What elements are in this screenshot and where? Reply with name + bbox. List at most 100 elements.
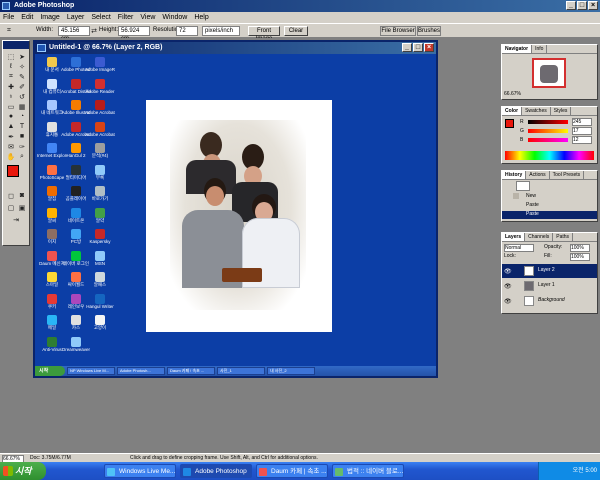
tab-actions[interactable]: Actions: [526, 171, 550, 179]
eyedropper-tool-icon[interactable]: ✑: [17, 142, 27, 151]
close-button[interactable]: ×: [588, 1, 598, 10]
clock[interactable]: 오전 5:00: [573, 468, 597, 474]
fill-field[interactable]: 100%: [570, 253, 590, 261]
g-slider[interactable]: [528, 129, 568, 133]
document-window[interactable]: Untitled-1 @ 66.7% (Layer 2, RGB) _ □ × …: [33, 40, 438, 378]
tab-info[interactable]: Info: [532, 45, 548, 53]
resolution-field[interactable]: 72: [176, 26, 198, 36]
brushes-tab[interactable]: Brushes: [417, 26, 441, 36]
slice-tool-icon[interactable]: ✎: [17, 72, 27, 81]
r-slider[interactable]: [528, 120, 568, 124]
tab-navigator[interactable]: Navigator: [502, 45, 533, 53]
units-select[interactable]: pixels/inch: [202, 26, 240, 36]
b-value[interactable]: 12: [572, 136, 592, 144]
g-value[interactable]: 17: [572, 127, 592, 135]
history-brush-icon[interactable]: ↺: [17, 92, 27, 101]
history-item-selected[interactable]: Paste: [502, 211, 597, 219]
crop-tool-icon[interactable]: ⌗: [4, 26, 14, 35]
maximize-button[interactable]: □: [577, 1, 587, 10]
standard-mode-icon[interactable]: ◻: [6, 191, 16, 200]
marquee-tool-icon[interactable]: ⬚: [6, 52, 16, 61]
taskbar-button[interactable]: Windows Live Me...: [104, 464, 176, 478]
eraser-tool-icon[interactable]: ▭: [6, 102, 16, 111]
swap-icon[interactable]: ⇄: [91, 26, 97, 35]
clear-button[interactable]: Clear: [284, 26, 308, 36]
tab-history[interactable]: History: [502, 171, 527, 179]
menu-edit[interactable]: Edit: [21, 12, 33, 23]
screen-mode-full-icon[interactable]: ▣: [17, 203, 27, 212]
brush-tool-icon[interactable]: ✐: [17, 82, 27, 91]
taskbar-button[interactable]: Adobe Photoshop: [180, 464, 252, 478]
menu-image[interactable]: Image: [40, 12, 59, 23]
history-item[interactable]: New: [513, 193, 596, 201]
document-title-bar[interactable]: Untitled-1 @ 66.7% (Layer 2, RGB) _ □ ×: [35, 42, 436, 54]
clone-stamp-icon[interactable]: ♁: [6, 92, 16, 101]
minimize-button[interactable]: _: [566, 1, 576, 10]
jump-to-imageready-icon[interactable]: ⇥: [11, 215, 21, 224]
tab-layers[interactable]: Layers: [502, 233, 526, 241]
move-tool-icon[interactable]: ➤: [17, 52, 27, 61]
layer-row-layer-1[interactable]: 👁 Layer 1: [502, 279, 597, 293]
dodge-tool-icon[interactable]: ◔: [17, 112, 27, 121]
eye-icon[interactable]: 👁: [504, 283, 512, 290]
doc-minimize-button[interactable]: _: [402, 43, 412, 52]
menu-filter[interactable]: Filter: [118, 12, 134, 23]
crop-tool-icon[interactable]: ⌗: [6, 72, 16, 81]
front-image-button[interactable]: Front Image: [248, 26, 280, 42]
eye-icon[interactable]: 👁: [504, 268, 512, 275]
layer-row-background[interactable]: 👁 Background: [502, 294, 597, 308]
zoom-tool-icon[interactable]: ⌕: [17, 152, 27, 161]
taskbar-button[interactable]: Daum 카페 | 속초 ...: [256, 464, 328, 478]
hand-tool-icon[interactable]: ✋: [6, 152, 16, 161]
screen-mode-standard-icon[interactable]: ▢: [6, 203, 16, 212]
tab-channels[interactable]: Channels: [525, 233, 554, 241]
desktop-icon: 고양이: [85, 315, 115, 333]
pen-tool-icon[interactable]: ✒: [6, 132, 16, 141]
width-field[interactable]: 45.156 cm: [58, 26, 90, 42]
menu-window[interactable]: Window: [162, 12, 187, 23]
color-ramp[interactable]: [505, 151, 594, 160]
b-slider[interactable]: [528, 138, 568, 142]
foreground-color-swatch[interactable]: [7, 165, 19, 177]
tab-color[interactable]: Color: [502, 107, 523, 115]
magic-wand-tool-icon[interactable]: ✧: [17, 62, 27, 71]
taskbar-button[interactable]: 법적 :: 네이버 블로...: [332, 464, 404, 478]
notes-tool-icon[interactable]: ✉: [6, 142, 16, 151]
file-browser-tab[interactable]: File Browser: [380, 26, 416, 36]
eye-icon[interactable]: 👁: [504, 298, 512, 305]
layer-row-layer-2[interactable]: 👁 Layer 2: [502, 264, 597, 278]
height-field[interactable]: 56.924 cm: [118, 26, 150, 42]
navigator-zoom[interactable]: 66.67%: [504, 91, 521, 97]
path-selection-icon[interactable]: ▲: [6, 122, 16, 131]
tab-tool-presets[interactable]: Tool Presets: [550, 171, 585, 179]
tab-paths[interactable]: Paths: [553, 233, 574, 241]
r-value[interactable]: 245: [572, 118, 592, 126]
menu-layer[interactable]: Layer: [67, 12, 85, 23]
blur-tool-icon[interactable]: ●: [6, 112, 16, 121]
gradient-tool-icon[interactable]: ▦: [17, 102, 27, 111]
history-snapshot[interactable]: [516, 181, 530, 191]
blend-mode-select[interactable]: Normal: [504, 244, 534, 252]
color-foreground-swatch[interactable]: [505, 119, 514, 128]
doc-maximize-button[interactable]: □: [413, 43, 423, 52]
tab-styles[interactable]: Styles: [551, 107, 572, 115]
opacity-field[interactable]: 100%: [570, 244, 590, 252]
menu-help[interactable]: Help: [194, 12, 208, 23]
tab-swatches[interactable]: Swatches: [522, 107, 551, 115]
r-label: R: [520, 119, 524, 125]
doc-close-button[interactable]: ×: [424, 43, 434, 52]
menu-view[interactable]: View: [140, 12, 155, 23]
navigator-thumbnail[interactable]: [532, 58, 566, 88]
menu-file[interactable]: File: [3, 12, 14, 23]
shape-tool-icon[interactable]: ■: [17, 132, 27, 141]
desktop-icon-label: Hangul Writer: [86, 303, 114, 309]
start-button[interactable]: 시작: [0, 462, 46, 480]
quick-mask-icon[interactable]: ◙: [17, 191, 27, 200]
desktop-icon-label: 바로가기: [91, 196, 109, 201]
type-tool-icon[interactable]: T: [17, 122, 27, 131]
healing-brush-icon[interactable]: ✚: [6, 82, 16, 91]
desktop-icon-label: 알약: [95, 217, 105, 223]
lasso-tool-icon[interactable]: ℓ: [6, 62, 16, 71]
history-item[interactable]: Paste: [516, 202, 596, 210]
menu-select[interactable]: Select: [91, 12, 110, 23]
